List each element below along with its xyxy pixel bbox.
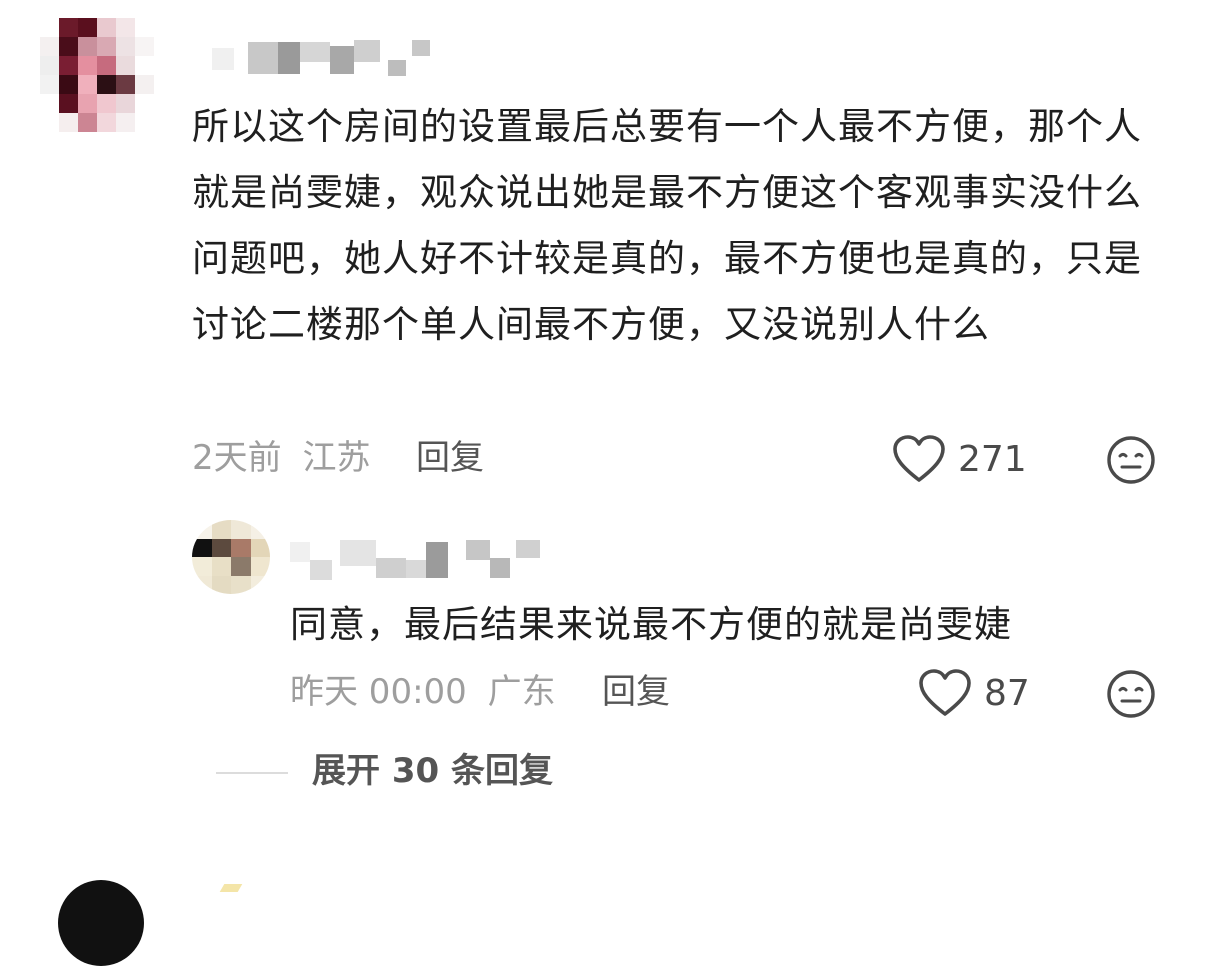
replier-name-blurred[interactable]	[290, 538, 550, 580]
meh-face-icon	[1107, 436, 1155, 484]
reply-like-count: 87	[984, 672, 1030, 714]
next-commenter-avatar[interactable]	[58, 880, 144, 966]
expand-replies-button[interactable]: 展开 30 条回复	[312, 749, 553, 793]
reply-text: 同意，最后结果来说最不方便的就是尚雯婕	[290, 603, 1012, 646]
heart-outline-icon	[893, 435, 945, 482]
heart-outline-icon	[919, 669, 971, 716]
next-commenter-name-fragment	[219, 884, 243, 892]
commenter-name-blurred[interactable]	[212, 38, 432, 80]
comment-reply-button[interactable]: 回复	[416, 436, 484, 480]
reply-meta: 昨天 00:00 广东	[290, 670, 556, 714]
meh-face-icon	[1107, 670, 1155, 718]
reply-like-button[interactable]: 87	[918, 668, 1030, 718]
comment-time: 2天前	[192, 438, 282, 478]
reply-time: 昨天 00:00	[290, 672, 467, 712]
expand-divider	[216, 772, 288, 774]
reply-location: 广东	[487, 672, 556, 712]
reply-dislike-button[interactable]	[1106, 669, 1156, 719]
replier-avatar[interactable]	[192, 520, 270, 594]
reply-reply-button[interactable]: 回复	[602, 670, 670, 714]
comment-location: 江苏	[302, 438, 371, 478]
comment-like-button[interactable]: 271	[892, 434, 1027, 484]
comment-like-count: 271	[958, 438, 1027, 480]
comment-dislike-button[interactable]	[1106, 435, 1156, 485]
comment-text: 所以这个房间的设置最后总要有一个人最不方便，那个人就是尚雯婕，观众说出她是最不方…	[192, 105, 1142, 346]
comment-meta: 2天前 江苏	[192, 436, 370, 480]
commenter-avatar[interactable]	[40, 18, 154, 132]
